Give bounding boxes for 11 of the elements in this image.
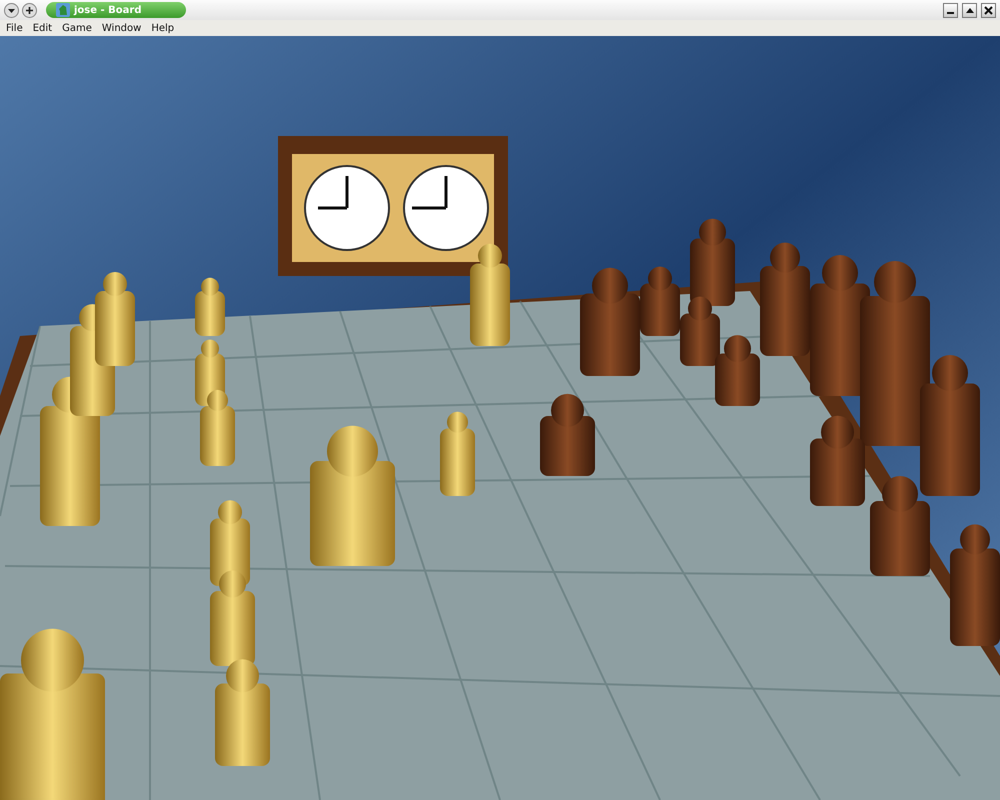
menu-item[interactable]: Help bbox=[151, 22, 174, 34]
menu-icon[interactable] bbox=[4, 2, 19, 18]
menu-item[interactable]: Game bbox=[62, 22, 92, 34]
close-icon[interactable] bbox=[981, 2, 996, 18]
minimize-icon[interactable] bbox=[943, 2, 958, 18]
menu-item[interactable]: Edit bbox=[32, 22, 52, 34]
add-icon[interactable] bbox=[22, 2, 37, 18]
window-title: jose - Board bbox=[46, 2, 186, 18]
menu-item[interactable]: Window bbox=[102, 22, 142, 34]
menu-item[interactable]: File bbox=[6, 22, 23, 34]
maximize-icon[interactable] bbox=[962, 2, 977, 18]
